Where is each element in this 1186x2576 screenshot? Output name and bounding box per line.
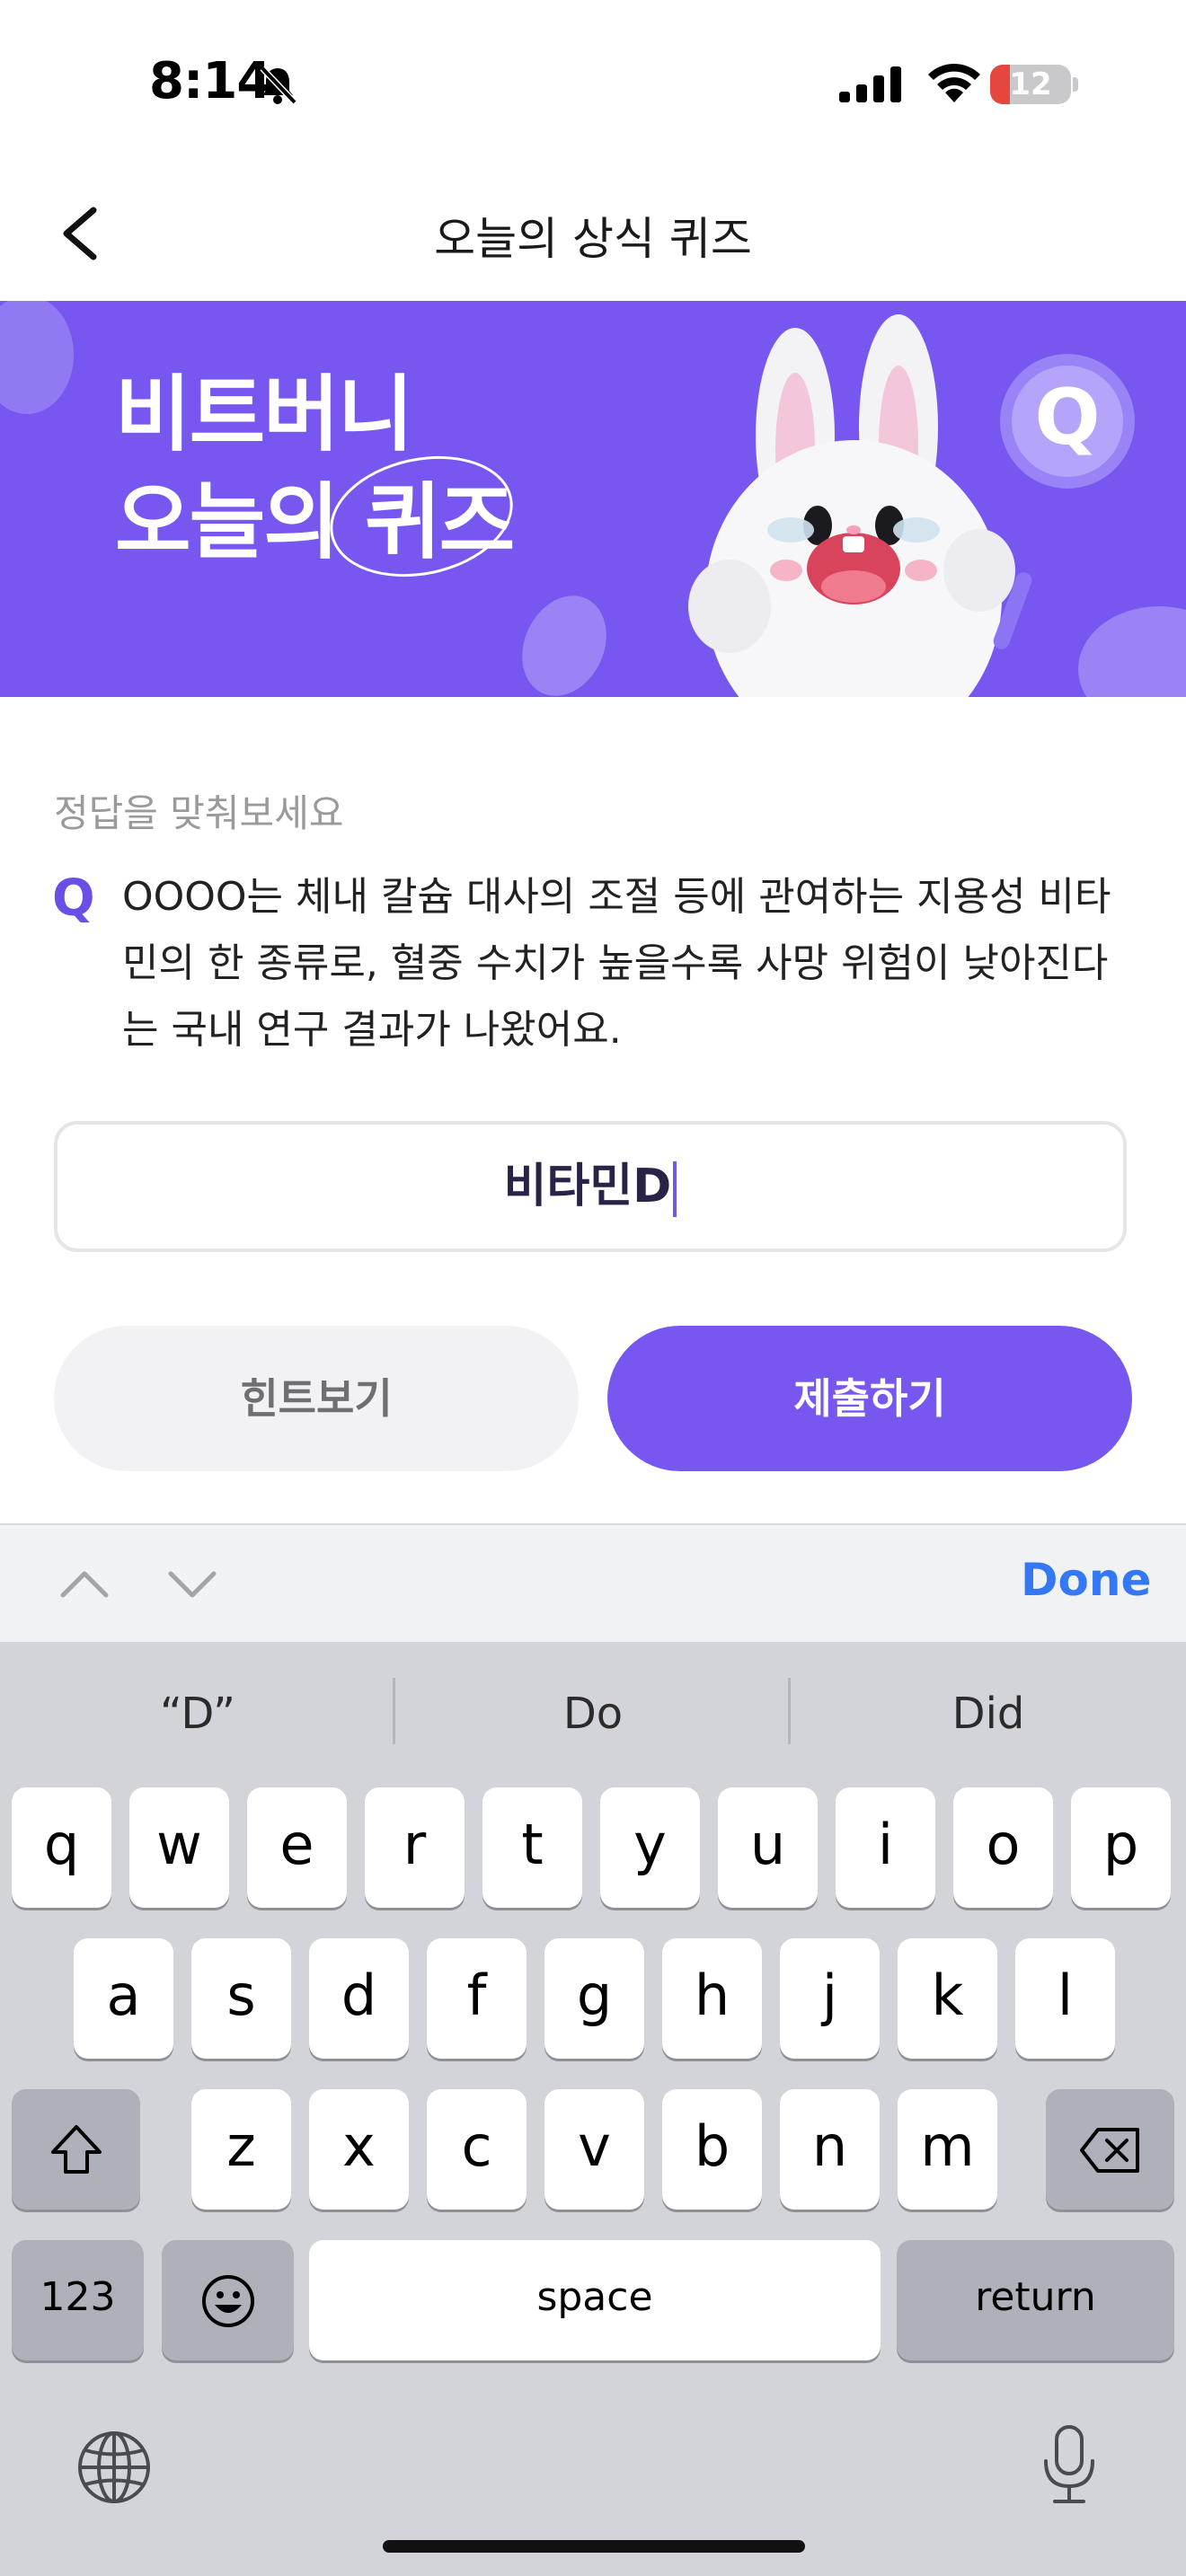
silent-bell-icon [260,66,297,105]
quiz-banner: 비트버니 오늘의 퀴즈 Q [0,301,1186,697]
microphone-icon[interactable] [1039,2423,1100,2506]
key-f[interactable]: f [427,1938,527,2059]
key-b[interactable]: b [662,2089,762,2210]
key-y[interactable]: y [600,1787,700,1908]
question-line-1: OOOO는 체내 칼슘 대사의 조절 등에 관여하는 지용성 비타 [122,874,1111,920]
key-n[interactable]: n [780,2089,880,2210]
backspace-icon [1079,2127,1139,2173]
battery-indicator: 12 [990,65,1071,104]
key-r[interactable]: r [365,1787,465,1908]
suggestion-divider [788,1678,791,1744]
key-o[interactable]: o [953,1787,1053,1908]
answer-input[interactable]: 비타민D [54,1121,1127,1252]
key-c[interactable]: c [427,2089,527,2210]
answer-text: 비타민D [503,1160,672,1213]
instruction-label: 정답을 맞춰보세요 [54,791,344,835]
back-chevron-icon[interactable] [54,205,108,262]
home-indicator [383,2540,805,2553]
key-v[interactable]: v [544,2089,644,2210]
key-d[interactable]: d [309,1938,409,2059]
question-q-mark: Q [52,869,95,928]
wifi-icon [928,63,980,102]
key-x[interactable]: x [309,2089,409,2210]
key-e[interactable]: e [247,1787,347,1908]
key-a[interactable]: a [74,1938,173,2059]
globe-icon[interactable] [75,2429,153,2506]
q-coin-letter: Q [1034,373,1101,463]
space-key[interactable]: space [309,2240,881,2360]
shift-arrow-icon [50,2124,102,2174]
page-title: 오늘의 상식 퀴즈 [434,213,752,265]
key-z[interactable]: z [191,2089,291,2210]
key-i[interactable]: i [836,1787,935,1908]
suggestion-1[interactable]: “D” [9,1689,386,1739]
key-t[interactable]: t [482,1787,582,1908]
cellular-signal-icon [839,66,901,102]
question-line-3: 는 국내 연구 결과가 나왔어요. [122,1007,622,1053]
shift-key[interactable] [12,2089,140,2210]
key-u[interactable]: u [718,1787,818,1908]
status-time: 8:14 [149,52,271,110]
suggestion-divider [393,1678,395,1744]
return-key[interactable]: return [897,2240,1174,2360]
key-m[interactable]: m [898,2089,997,2210]
delete-key[interactable] [1046,2089,1174,2210]
battery-cap [1073,77,1078,92]
key-h[interactable]: h [662,1938,762,2059]
submit-button[interactable]: 제출하기 [607,1326,1132,1471]
key-w[interactable]: w [129,1787,229,1908]
suggestion-2[interactable]: Do [404,1689,782,1739]
emoji-key[interactable] [162,2240,294,2360]
text-caret [673,1161,677,1217]
answer-input-value: 비타민D [58,1125,1123,1248]
question-line-2: 민의 한 종류로, 혈중 수치가 높을수록 사망 위험이 낮아진다 [122,940,1109,986]
key-g[interactable]: g [544,1938,644,2059]
banner-title-prefix: 오늘의 [115,474,365,570]
key-l[interactable]: l [1015,1938,1115,2059]
emoji-icon [201,2274,254,2327]
banner-title-line1: 비트버니 [115,366,414,463]
key-p[interactable]: p [1071,1787,1171,1908]
key-j[interactable]: j [780,1938,880,2059]
numbers-key[interactable]: 123 [12,2240,144,2360]
key-s[interactable]: s [191,1938,291,2059]
chevron-up-icon[interactable] [59,1566,110,1599]
hint-button[interactable]: 힌트보기 [54,1326,579,1471]
done-button[interactable]: Done [1021,1554,1151,1606]
chevron-down-icon[interactable] [167,1568,217,1601]
key-k[interactable]: k [898,1938,997,2059]
suggestion-3[interactable]: Did [800,1689,1177,1739]
key-q[interactable]: q [12,1787,111,1908]
battery-percent: 12 [1009,66,1052,102]
